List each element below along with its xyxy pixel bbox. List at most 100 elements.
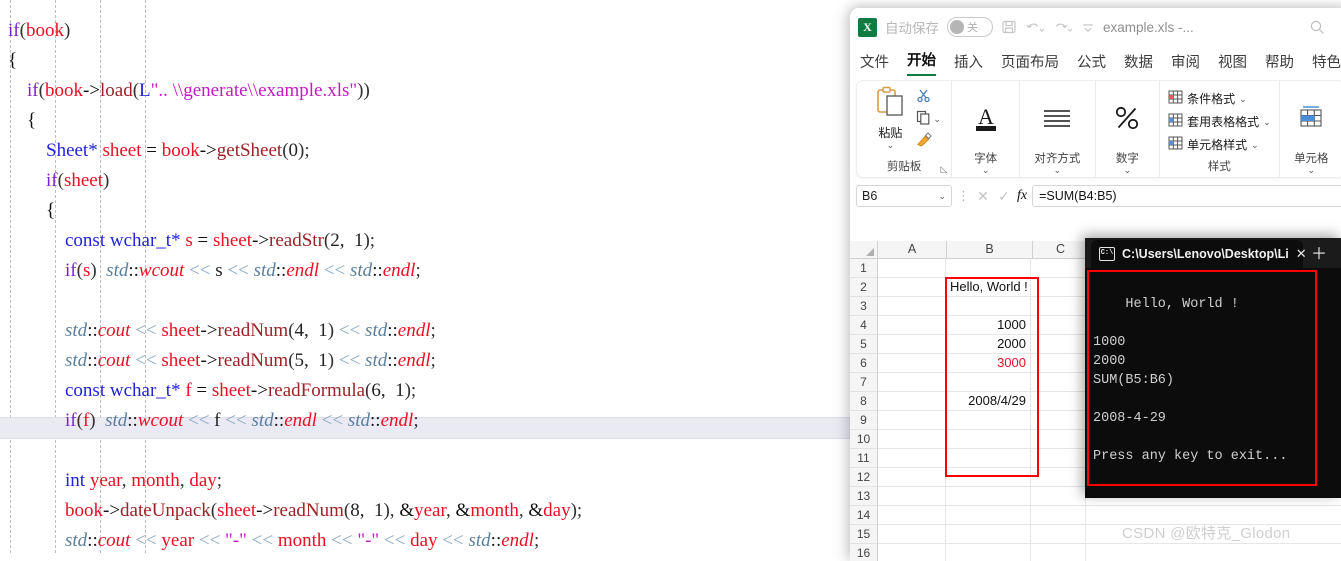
cell-A15[interactable] (878, 525, 946, 543)
ribbon-tab-8[interactable]: 帮助 (1265, 51, 1294, 76)
new-tab-icon[interactable]: ＋ (1311, 240, 1327, 268)
row-header-11[interactable]: 11 (850, 449, 877, 468)
cell-C14[interactable] (1031, 506, 1086, 524)
row-header-14[interactable]: 14 (850, 506, 877, 525)
row-header-15[interactable]: 15 (850, 525, 877, 544)
ribbon-tab-1[interactable]: 开始 (907, 49, 936, 76)
cell-A11[interactable] (878, 449, 946, 467)
redo-icon[interactable] (1053, 19, 1073, 35)
cell-B15[interactable] (946, 525, 1031, 543)
select-all-corner[interactable] (850, 241, 878, 258)
row-header-2[interactable]: 2 (850, 278, 877, 297)
terminal-window[interactable]: C:\ C:\Users\Lenovo\Desktop\Li ✕ ＋ Hello… (1085, 238, 1341, 498)
cell-B14[interactable] (946, 506, 1031, 524)
dialog-launcher-icon[interactable]: ◺ (940, 164, 947, 175)
chevron-down-icon[interactable]: ⌄ (1124, 166, 1132, 175)
cell-A3[interactable] (878, 297, 946, 315)
style-item-2[interactable]: 单元格样式 ⌄ (1168, 136, 1259, 153)
cell-B7[interactable] (946, 373, 1031, 391)
row-header-7[interactable]: 7 (850, 373, 877, 392)
cell-B4[interactable]: 1000 (946, 316, 1031, 334)
cell-B11[interactable] (946, 449, 1031, 467)
cell-B12[interactable] (946, 468, 1031, 486)
row-header-10[interactable]: 10 (850, 430, 877, 449)
terminal-output[interactable]: Hello, World ! 1000 2000 SUM(B5:B6) 2008… (1085, 268, 1341, 498)
cell-A10[interactable] (878, 430, 946, 448)
ribbon[interactable]: 粘贴 ⌄ ⌄ 剪贴板 ◺ A 字体 ⌄ 对齐方式 ⌄ 数字 ⌄ 条件格式 ⌄ 套… (856, 80, 1341, 178)
ribbon-group-cells[interactable]: 单元格 ⌄ (1278, 81, 1341, 177)
row-header-4[interactable]: 4 (850, 316, 877, 335)
code-text[interactable]: if(book) { if(book->load(L".. \\generate\… (8, 16, 582, 553)
cell-B8[interactable]: 2008/4/29 (946, 392, 1031, 410)
row-header-12[interactable]: 12 (850, 468, 877, 487)
row-header-13[interactable]: 13 (850, 487, 877, 506)
cell-A13[interactable] (878, 487, 946, 505)
row-header-3[interactable]: 3 (850, 297, 877, 316)
cell-C7[interactable] (1031, 373, 1086, 391)
chevron-down-icon[interactable]: ⌄ (1308, 166, 1316, 175)
formula-bar[interactable]: =SUM(B4:B5) (1032, 185, 1341, 207)
more-commands-icon[interactable] (1081, 21, 1095, 33)
paste-button[interactable]: 粘贴 ⌄ (867, 86, 913, 150)
row-header-5[interactable]: 5 (850, 335, 877, 354)
cell-A12[interactable] (878, 468, 946, 486)
cell-A5[interactable] (878, 335, 946, 353)
save-icon[interactable] (1001, 19, 1017, 35)
chevron-down-icon[interactable]: ⌄ (982, 166, 990, 175)
cell-C6[interactable] (1031, 354, 1086, 372)
format-painter-button[interactable] (916, 132, 941, 150)
cell-B13[interactable] (946, 487, 1031, 505)
ribbon-group-styles[interactable]: 条件格式 ⌄ 套用表格格式 ⌄ 单元格样式 ⌄ 样式 (1159, 81, 1279, 177)
column-header-b[interactable]: B (947, 241, 1033, 258)
ribbon-tab-9[interactable]: 特色功 (1312, 51, 1341, 76)
name-box[interactable]: B6 ⌄ (856, 185, 952, 207)
cell-A1[interactable] (878, 259, 946, 277)
cell-C8[interactable] (1031, 392, 1086, 410)
cell-B9[interactable] (946, 411, 1031, 429)
cell-A2[interactable] (878, 278, 946, 296)
cell-B5[interactable]: 2000 (946, 335, 1031, 353)
terminal-tab[interactable]: C:\ C:\Users\Lenovo\Desktop\Li ✕ (1091, 240, 1307, 268)
cell-A9[interactable] (878, 411, 946, 429)
cell-C13[interactable] (1031, 487, 1086, 505)
ribbon-tab-5[interactable]: 数据 (1124, 51, 1153, 76)
cell-B6[interactable]: 3000 (946, 354, 1031, 372)
undo-icon[interactable] (1025, 19, 1045, 35)
cell-C15[interactable] (1031, 525, 1086, 543)
chevron-down-icon[interactable]: ⌄ (1263, 117, 1271, 126)
row-header-6[interactable]: 6 (850, 354, 877, 373)
cell-B1[interactable] (946, 259, 1031, 277)
ribbon-tab-0[interactable]: 文件 (860, 51, 889, 76)
cell-C2[interactable] (1031, 278, 1086, 296)
cell-C3[interactable] (1031, 297, 1086, 315)
ribbon-group-clipboard[interactable]: 粘贴 ⌄ ⌄ 剪贴板 ◺ (857, 81, 951, 177)
terminal-tab-bar[interactable]: C:\ C:\Users\Lenovo\Desktop\Li ✕ ＋ (1085, 238, 1341, 268)
cut-button[interactable] (916, 88, 941, 106)
cell-C1[interactable] (1031, 259, 1086, 277)
cell-C11[interactable] (1031, 449, 1086, 467)
search-icon[interactable] (1309, 19, 1326, 36)
close-icon[interactable]: ✕ (1296, 246, 1307, 262)
chevron-down-icon[interactable]: ⌄ (887, 141, 895, 150)
ribbon-tabs[interactable]: 文件开始插入页面布局公式数据审阅视图帮助特色功 (850, 46, 1341, 76)
row-headers[interactable]: 123456789101112131415161718 (850, 259, 878, 561)
cell-C4[interactable] (1031, 316, 1086, 334)
ribbon-tab-7[interactable]: 视图 (1218, 51, 1247, 76)
cell-B2[interactable]: Hello, World ! (946, 278, 1031, 296)
ribbon-group-number[interactable]: 数字 ⌄ (1094, 81, 1159, 177)
accept-check-icon[interactable]: ✓ (996, 188, 1012, 205)
chevron-down-icon[interactable]: ⌄ (1251, 140, 1259, 149)
cancel-x-icon[interactable]: ✕ (975, 188, 991, 205)
fx-icon[interactable]: fx (1017, 188, 1027, 204)
chevron-down-icon[interactable]: ⌄ (938, 192, 946, 201)
cell-A8[interactable] (878, 392, 946, 410)
chevron-down-icon[interactable]: ⌄ (1239, 94, 1247, 103)
copy-button[interactable]: ⌄ (916, 110, 941, 128)
cell-C5[interactable] (1031, 335, 1086, 353)
style-item-0[interactable]: 条件格式 ⌄ (1168, 90, 1247, 107)
column-header-a[interactable]: A (878, 241, 947, 258)
ribbon-tab-2[interactable]: 插入 (954, 51, 983, 76)
cell-C12[interactable] (1031, 468, 1086, 486)
cell-C10[interactable] (1031, 430, 1086, 448)
ribbon-tab-3[interactable]: 页面布局 (1001, 51, 1059, 76)
